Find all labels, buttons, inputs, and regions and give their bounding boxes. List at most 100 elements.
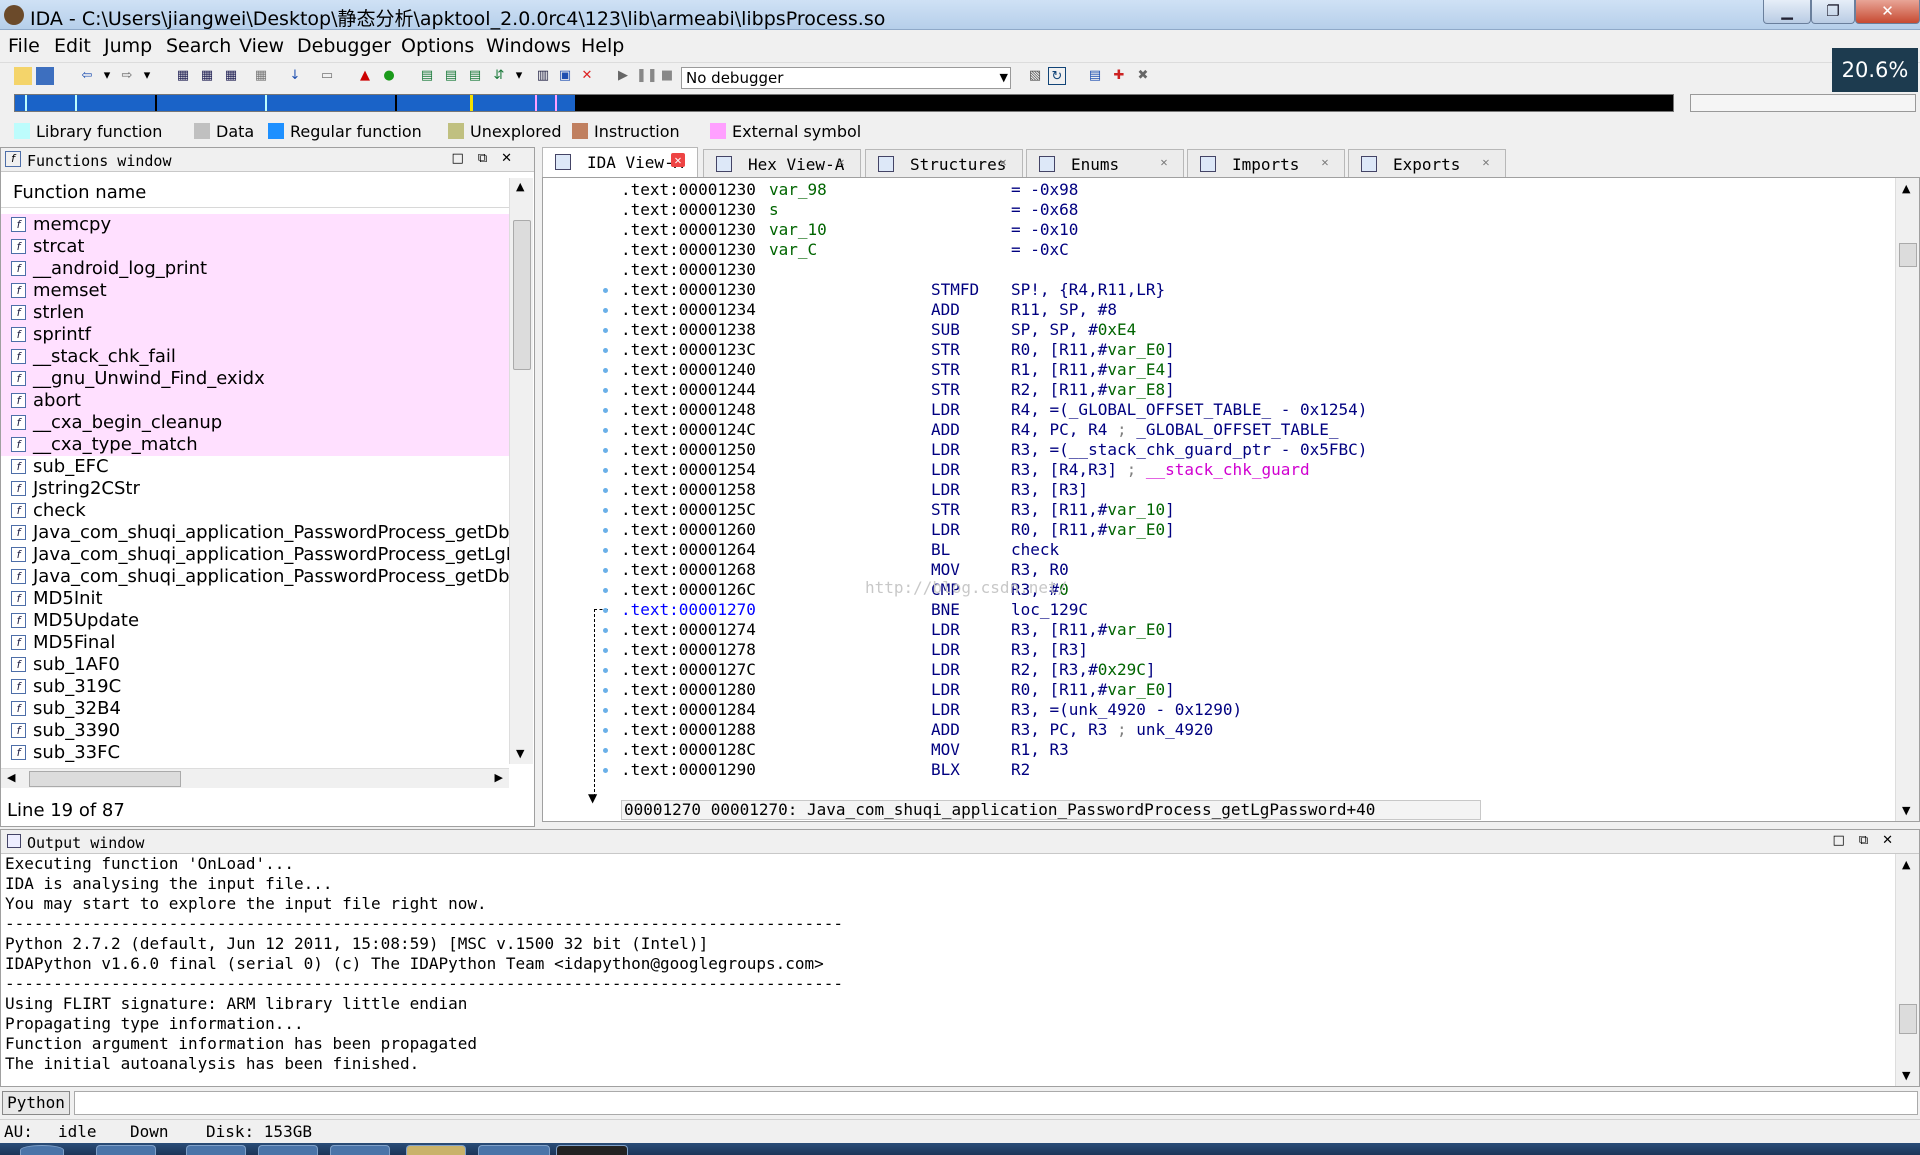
back-icon[interactable]: ⇦ [78, 67, 96, 85]
graph-icon[interactable]: ▲ [356, 67, 374, 85]
operand-reference[interactable]: var_E0 [1107, 680, 1165, 699]
disassembly-line[interactable]: .text:00001290 BLX R2 [621, 760, 1891, 780]
disassembly-line[interactable]: .text:00001238 SUB SP, SP, #0xE4 [621, 320, 1891, 340]
scroll-up-icon[interactable]: ▲ [1902, 182, 1910, 195]
disassembly-line[interactable]: .text:00001258 LDR R3, [R3] [621, 480, 1891, 500]
disassembly-line[interactable]: .text:00001264 BL check [621, 540, 1891, 560]
function-list-item[interactable]: f strlen [1, 302, 509, 324]
tab-close-icon[interactable]: ✕ [1318, 155, 1332, 169]
disassembly-line[interactable]: .text:00001230 var_10 = -0x10 [621, 220, 1891, 240]
python-language-button[interactable]: Python [2, 1091, 70, 1115]
function-list-item[interactable]: f Java_com_shuqi_application_PasswordProc… [1, 522, 509, 544]
operand-reference[interactable]: var_E0 [1107, 620, 1165, 639]
pause-process-icon[interactable]: ❚❚ [636, 67, 658, 85]
scroll-down-icon[interactable]: ▼ [1902, 804, 1910, 817]
disassembly-line[interactable]: .text:00001274 LDR R3, [R11,#var_E0] [621, 620, 1891, 640]
menu-view[interactable]: View [239, 35, 284, 57]
menu-help[interactable]: Help [581, 35, 624, 57]
disassembly-view[interactable]: ▼ .text:00001230 var_98 = -0x98 .text:00001… [542, 177, 1920, 822]
navigation-band-combo[interactable] [1690, 94, 1916, 112]
function-list-item[interactable]: f __cxa_type_match [1, 434, 509, 456]
scroll-thumb[interactable] [1899, 243, 1917, 267]
function-list-item[interactable]: f sub_3390 [1, 720, 509, 742]
function-list-item[interactable]: f abort [1, 390, 509, 412]
function-list-item[interactable]: f __stack_chk_fail [1, 346, 509, 368]
tab-close-icon[interactable]: ✕ [834, 155, 848, 169]
function-list-item[interactable]: f sub_319C [1, 676, 509, 698]
start-button[interactable] [20, 1145, 64, 1155]
function-list-item[interactable]: f sub_EFC [1, 456, 509, 478]
taskbar-app[interactable] [478, 1145, 550, 1155]
navigation-band[interactable] [14, 94, 1674, 112]
disassembly-line[interactable]: .text:00001230 var_98 = -0x98 [621, 180, 1891, 200]
function-icon[interactable]: ▣ [556, 67, 574, 85]
function-list-item[interactable]: f sprintf [1, 324, 509, 346]
tab-structures[interactable]: Structures ✕ [865, 149, 1023, 177]
mark-icon[interactable]: ▭ [318, 67, 336, 85]
windows-list-icon[interactable]: ▤ [1086, 67, 1104, 85]
jump-down-icon[interactable]: ↓ [286, 67, 304, 85]
scroll-right-icon[interactable]: ▶ [495, 771, 503, 784]
disassembly-line[interactable]: .text:0000128C MOV R1, R3 [621, 740, 1891, 760]
taskbar-app[interactable] [330, 1145, 390, 1155]
scroll-down-icon[interactable]: ▼ [516, 747, 524, 760]
taskbar-app[interactable] [186, 1145, 246, 1155]
tab-imports[interactable]: Imports ✕ [1187, 149, 1345, 177]
tab-exports[interactable]: Exports ✕ [1348, 149, 1506, 177]
function-list-item[interactable]: f MD5Update [1, 610, 509, 632]
disassembly-line[interactable]: .text:00001234 ADD R11, SP, #8 [621, 300, 1891, 320]
back-dropdown-icon[interactable]: ▾ [98, 67, 116, 85]
line-label[interactable]: var_10 [769, 220, 827, 240]
tab-hex-view-a[interactable]: Hex View-A ✕ [703, 149, 861, 177]
operand-reference[interactable]: var_10 [1107, 500, 1165, 519]
disassembly-line[interactable]: .text:0000123C STR R0, [R11,#var_E0] [621, 340, 1891, 360]
line-label[interactable]: s [769, 200, 779, 220]
function-list-item[interactable]: f __android_log_print [1, 258, 509, 280]
add-breakpoint-icon[interactable]: ✚ [1110, 67, 1128, 85]
disassembly-line[interactable]: .text:00001240 STR R1, [R11,#var_E4] [621, 360, 1891, 380]
forward-icon[interactable]: ⇨ [118, 67, 136, 85]
function-list-item[interactable]: f check [1, 500, 509, 522]
function-list-item[interactable]: f Java_com_shuqi_application_PasswordProc… [1, 566, 509, 588]
operand-reference[interactable]: 0xE4 [1098, 320, 1137, 339]
menu-options[interactable]: Options [401, 35, 474, 57]
make-data-icon[interactable]: ▤ [442, 67, 460, 85]
output-window-controls[interactable]: □⧉✕ [1833, 833, 1907, 848]
delete-breakpoint-icon[interactable]: ✖ [1134, 67, 1152, 85]
functions-horizontal-scrollbar[interactable]: ◀ ▶ [1, 768, 509, 788]
disassembly-listing[interactable]: .text:00001230 var_98 = -0x98 .text:0000123… [621, 180, 1891, 790]
make-code-icon[interactable]: ▤ [418, 67, 436, 85]
search-binary-icon[interactable]: ▦ [174, 67, 192, 85]
disassembly-line[interactable]: .text:0000127C LDR R2, [R3,#0x29C] [621, 660, 1891, 680]
operand-reference[interactable]: 0x29C [1098, 660, 1146, 679]
menu-jump[interactable]: Jump [104, 35, 152, 57]
taskbar-app[interactable] [556, 1145, 628, 1155]
line-label[interactable]: var_98 [769, 180, 827, 200]
delete-icon[interactable]: ✕ [578, 67, 596, 85]
close-button[interactable]: ✕ [1855, 0, 1920, 24]
function-list-item[interactable]: f sub_33FC [1, 742, 509, 762]
tab-close-icon[interactable]: ✕ [671, 153, 685, 167]
make-array-icon[interactable]: ⇵ [490, 67, 508, 85]
search-immediate-icon[interactable]: ▦ [222, 67, 240, 85]
scroll-left-icon[interactable]: ◀ [7, 771, 15, 784]
function-list-item[interactable]: f sub_1AF0 [1, 654, 509, 676]
minimize-button[interactable]: ▁ [1763, 0, 1811, 24]
make-array-dropdown-icon[interactable]: ▾ [510, 67, 528, 85]
operand-call-target[interactable]: check [1011, 540, 1059, 559]
function-list-item[interactable]: f memcpy [1, 214, 509, 236]
operand-external-symbol[interactable]: __stack_chk_guard [1146, 460, 1310, 479]
save-icon[interactable] [36, 67, 54, 85]
scroll-down-icon[interactable]: ▼ [1902, 1069, 1910, 1082]
debugger-select[interactable]: No debugger ▼ [681, 67, 1011, 89]
forward-dropdown-icon[interactable]: ▾ [138, 67, 156, 85]
open-icon[interactable] [14, 67, 32, 85]
tab-enums[interactable]: Enums ✕ [1026, 149, 1184, 177]
menu-search[interactable]: Search [166, 35, 231, 57]
menu-edit[interactable]: Edit [54, 35, 91, 57]
tab-close-icon[interactable]: ✕ [1479, 155, 1493, 169]
disassembly-line[interactable]: .text:00001260 LDR R0, [R11,#var_E0] [621, 520, 1891, 540]
disassembly-line[interactable]: .text:0000124C ADD R4, PC, R4 ; _GLOBAL_OF… [621, 420, 1891, 440]
menu-file[interactable]: File [8, 35, 40, 57]
disassembly-line[interactable]: .text:00001244 STR R2, [R11,#var_E8] [621, 380, 1891, 400]
